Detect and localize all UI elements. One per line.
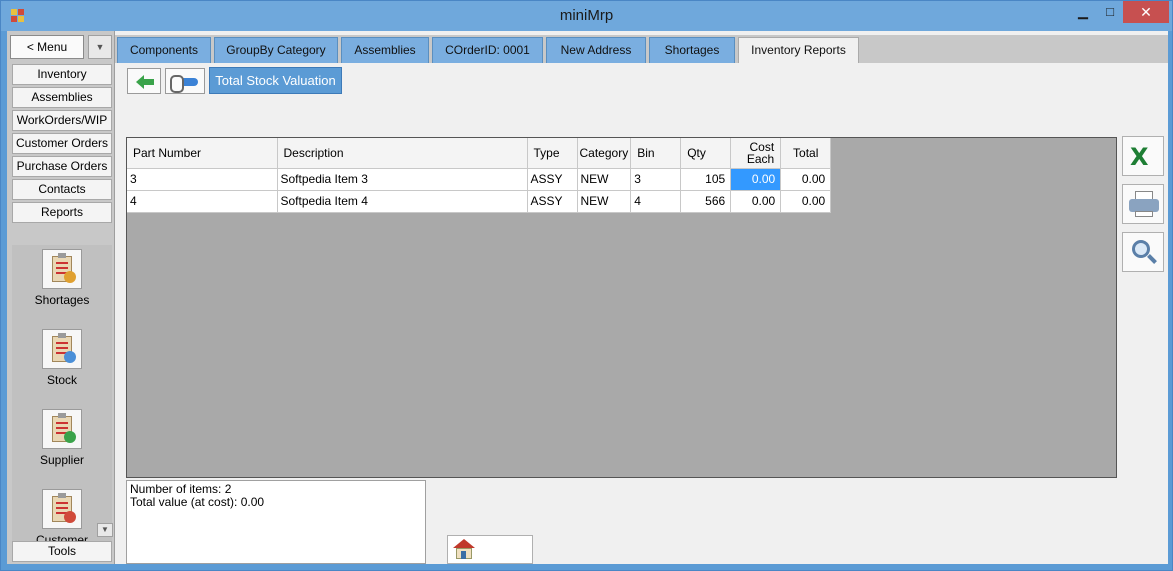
print-preview-button[interactable]	[1122, 232, 1164, 272]
reports-panel: Shortages Stock Supplier Customer	[12, 245, 112, 541]
cell-qty[interactable]: 105	[680, 168, 732, 191]
menu-dropdown-button[interactable]: ▼	[88, 35, 112, 59]
title-bar: miniMrp ▁ □ ✕	[1, 1, 1172, 31]
report-supplier[interactable]: Supplier	[12, 409, 112, 467]
table-header-row: Part Number Description Type Category Bi…	[127, 138, 832, 169]
cell-bin[interactable]: 3	[630, 168, 682, 191]
report-label: Shortages	[34, 293, 90, 307]
col-header-category[interactable]: Category	[577, 138, 632, 169]
cell-type[interactable]: ASSY	[527, 190, 578, 213]
col-header-qty[interactable]: Qty	[680, 138, 732, 169]
data-grid: Part Number Description Type Category Bi…	[126, 137, 1117, 478]
cell-part-number[interactable]: 3	[127, 168, 278, 191]
nav-item-assemblies[interactable]: Assemblies	[12, 87, 112, 108]
tab-components[interactable]: Components	[117, 37, 211, 63]
left-nav: < Menu ▼ Inventory Assemblies WorkOrders…	[7, 31, 115, 564]
report-title-button[interactable]: Total Stock Valuation	[209, 67, 342, 94]
cell-description[interactable]: Softpedia Item 4	[277, 190, 528, 213]
client-area: < Menu ▼ Inventory Assemblies WorkOrders…	[7, 31, 1168, 564]
cell-category[interactable]: NEW	[577, 190, 632, 213]
cell-part-number[interactable]: 4	[127, 190, 278, 213]
menu-button[interactable]: < Menu	[10, 35, 84, 59]
col-header-part-number[interactable]: Part Number	[127, 138, 278, 169]
col-header-bin[interactable]: Bin	[630, 138, 682, 169]
app-window: miniMrp ▁ □ ✕ < Menu ▼ Inventory Assembl…	[0, 0, 1173, 571]
scroll-down-button[interactable]: ▼	[97, 523, 113, 537]
nav-list: Inventory Assemblies WorkOrders/WIP Cust…	[12, 64, 112, 225]
cell-bin[interactable]: 4	[630, 190, 682, 213]
stock-report-icon	[42, 329, 82, 369]
tab-bar: Components GroupBy Category Assemblies C…	[115, 35, 1168, 64]
col-header-cost-each[interactable]: Cost Each	[730, 138, 782, 169]
nav-item-purchase-orders[interactable]: Purchase Orders	[12, 156, 112, 177]
report-stock[interactable]: Stock	[12, 329, 112, 387]
report-label: Stock	[46, 373, 77, 387]
maximize-button[interactable]: □	[1099, 1, 1121, 23]
nav-item-workorders[interactable]: WorkOrders/WIP	[12, 110, 112, 131]
home-button[interactable]	[447, 535, 533, 564]
stock-table: Part Number Description Type Category Bi…	[127, 138, 832, 213]
wrench-icon[interactable]	[165, 68, 205, 94]
minimize-button[interactable]: ▁	[1072, 1, 1094, 23]
cell-qty[interactable]: 566	[680, 190, 732, 213]
supplier-report-icon	[42, 409, 82, 449]
cell-cost-each[interactable]: 0.00	[730, 190, 782, 213]
tab-assemblies[interactable]: Assemblies	[341, 37, 429, 63]
cell-description[interactable]: Softpedia Item 3	[277, 168, 528, 191]
col-header-type[interactable]: Type	[527, 138, 578, 169]
cell-category[interactable]: NEW	[577, 168, 632, 191]
customer-report-icon	[42, 489, 82, 529]
table-row[interactable]: 3 Softpedia Item 3 ASSY NEW 3 105 0.00 0…	[127, 168, 832, 191]
tab-new-address[interactable]: New Address	[546, 37, 646, 63]
nav-item-inventory[interactable]: Inventory	[12, 64, 112, 85]
print-button[interactable]	[1122, 184, 1164, 224]
nav-item-reports[interactable]: Reports	[12, 202, 112, 223]
report-shortages[interactable]: Shortages	[12, 249, 112, 307]
cell-total[interactable]: 0.00	[780, 190, 832, 213]
summary-box: Number of items: 2 Total value (at cost)…	[126, 480, 426, 564]
shortages-report-icon	[42, 249, 82, 289]
report-label: Supplier	[39, 453, 85, 467]
summary-total-value: Total value (at cost): 0.00	[130, 495, 265, 509]
cell-type[interactable]: ASSY	[527, 168, 578, 191]
tab-inventory-reports[interactable]: Inventory Reports	[738, 37, 859, 64]
nav-item-contacts[interactable]: Contacts	[12, 179, 112, 200]
window-title: miniMrp	[559, 7, 614, 24]
cell-total[interactable]: 0.00	[780, 168, 832, 191]
tools-button[interactable]: Tools	[12, 541, 112, 562]
back-arrow-icon[interactable]	[127, 68, 161, 94]
col-header-total[interactable]: Total	[780, 138, 832, 169]
export-excel-button[interactable]: X	[1122, 136, 1164, 176]
tab-corder[interactable]: COrderID: 0001	[432, 37, 543, 63]
col-header-description[interactable]: Description	[277, 138, 528, 169]
report-content: Total Stock Valuation Part Number Descri…	[117, 63, 1168, 564]
excel-icon: X	[1130, 143, 1149, 171]
tab-groupby-category[interactable]: GroupBy Category	[214, 37, 338, 63]
close-button[interactable]: ✕	[1123, 1, 1169, 23]
tab-shortages[interactable]: Shortages	[649, 37, 735, 63]
cell-cost-each[interactable]: 0.00	[730, 168, 782, 191]
table-row[interactable]: 4 Softpedia Item 4 ASSY NEW 4 566 0.00 0…	[127, 190, 832, 213]
nav-item-customer-orders[interactable]: Customer Orders	[12, 133, 112, 154]
